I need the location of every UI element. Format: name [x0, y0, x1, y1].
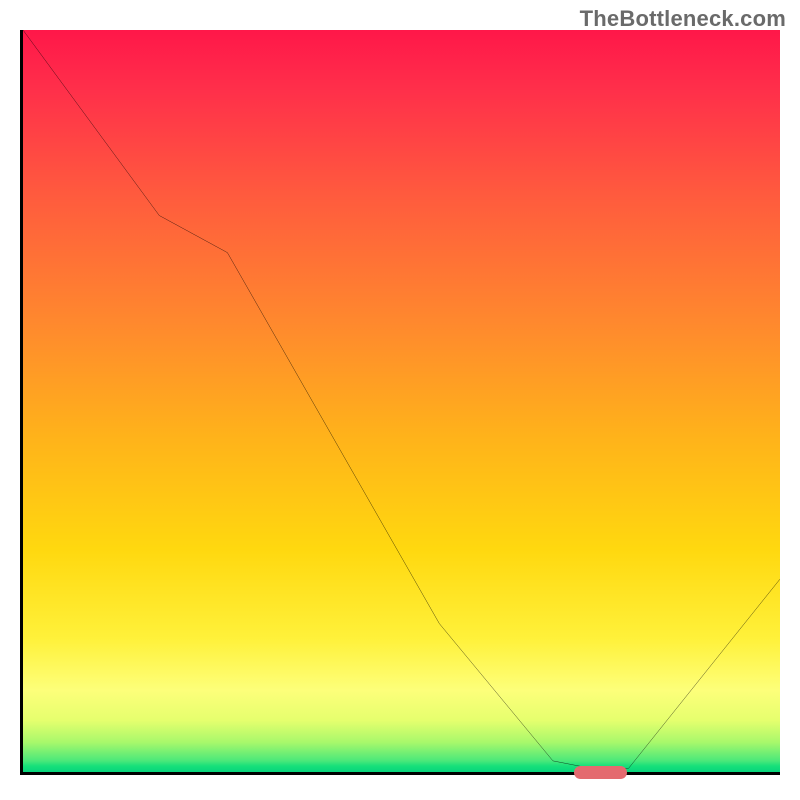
watermark-text: TheBottleneck.com — [580, 6, 786, 32]
chart-plot-area — [20, 30, 780, 775]
chart-optimum-marker — [574, 766, 627, 779]
chart-background-gradient — [23, 30, 780, 772]
